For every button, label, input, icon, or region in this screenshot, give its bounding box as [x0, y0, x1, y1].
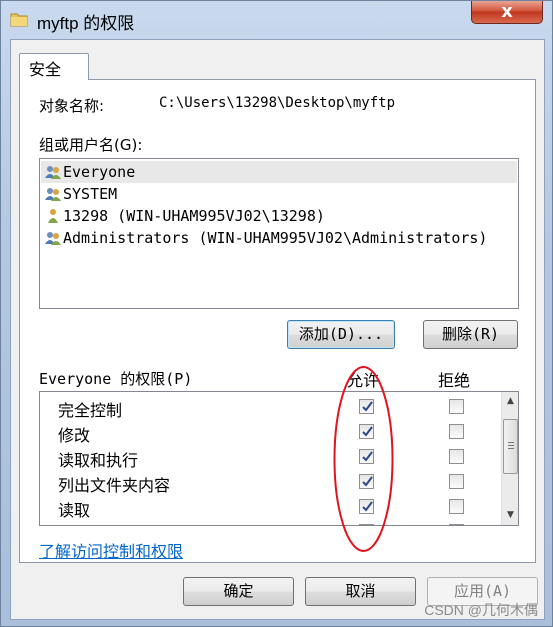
object-name-label: 对象名称: [39, 97, 105, 115]
permissions-label: Everyone 的权限(P) [39, 370, 193, 388]
ok-button[interactable]: 确定 [183, 577, 294, 606]
list-item-label: Everyone [63, 163, 136, 181]
scroll-thumb[interactable] [503, 419, 518, 474]
deny-checkbox[interactable] [449, 399, 464, 414]
group-icon [45, 188, 61, 201]
security-panel: 对象名称: C:\Users\13298\Desktop\myftp 组或用户名… [19, 79, 536, 563]
permission-row-read-execute: 读取和执行 [40, 444, 500, 470]
permissions-dialog: myftp 的权限 x 安全 对象名称: C:\Users\13298\Desk… [0, 0, 553, 627]
deny-header: 拒绝 [438, 371, 471, 390]
learn-access-control-link[interactable]: 了解访问控制和权限 [39, 538, 183, 562]
permissions-scrollbar[interactable]: ▲ ▼ [501, 392, 518, 525]
allow-header: 允许 [347, 371, 380, 390]
object-path: C:\Users\13298\Desktop\myftp [159, 95, 396, 111]
list-item-label: Administrators (WIN-UHAM995VJ02\Administ… [63, 229, 488, 247]
permissions-list[interactable]: 完全控制 修改 读取和执行 列出文件夹内容 读取 ▲ ▼ [39, 391, 519, 526]
allow-checkbox[interactable] [359, 499, 374, 514]
title-bar[interactable]: myftp 的权限 x [1, 1, 552, 39]
scroll-up-icon[interactable]: ▲ [502, 393, 518, 410]
permission-name: 修改 [58, 426, 91, 445]
list-item-everyone[interactable]: Everyone [41, 161, 517, 183]
permission-row-modify: 修改 [40, 419, 500, 445]
watermark: CSDN @几何木偶 [424, 602, 538, 618]
list-item-user-13298[interactable]: 13298 (WIN-UHAM995VJ02\13298) [41, 205, 517, 227]
folder-icon [10, 13, 28, 27]
tab-security[interactable]: 安全 [19, 53, 89, 80]
allow-checkbox[interactable] [359, 474, 374, 489]
permission-row-write: 写入 [40, 519, 500, 525]
permission-name: 写入 [58, 522, 90, 525]
dialog-body: 安全 对象名称: C:\Users\13298\Desktop\myftp 组或… [10, 39, 545, 620]
allow-checkbox[interactable] [359, 399, 374, 414]
list-item-administrators[interactable]: Administrators (WIN-UHAM995VJ02\Administ… [41, 227, 517, 249]
groups-list[interactable]: Everyone SYSTEM 13298 (WIN-UHAM995VJ02\1… [39, 158, 519, 309]
permission-row-full-control: 完全控制 [40, 394, 500, 420]
group-icon [45, 232, 61, 245]
deny-checkbox[interactable] [449, 524, 464, 525]
window-title: myftp 的权限 [37, 14, 135, 33]
remove-button[interactable]: 删除(R) [423, 320, 518, 349]
permission-name: 读取和执行 [58, 451, 139, 470]
deny-checkbox[interactable] [449, 499, 464, 514]
list-item-label: 13298 (WIN-UHAM995VJ02\13298) [63, 207, 325, 225]
add-button[interactable]: 添加(D)... [287, 320, 395, 349]
permission-row-read: 读取 [40, 494, 500, 520]
permission-name: 读取 [58, 501, 91, 520]
allow-checkbox[interactable] [359, 524, 374, 525]
scroll-down-icon[interactable]: ▼ [502, 507, 518, 524]
allow-checkbox[interactable] [359, 424, 374, 439]
user-icon [48, 209, 58, 223]
cancel-button[interactable]: 取消 [305, 577, 416, 606]
list-item-label: SYSTEM [63, 185, 118, 203]
allow-checkbox[interactable] [359, 449, 374, 464]
permission-name: 列出文件夹内容 [58, 476, 171, 495]
deny-checkbox[interactable] [449, 474, 464, 489]
deny-checkbox[interactable] [449, 449, 464, 464]
group-icon [45, 166, 61, 179]
close-button[interactable]: x [471, 1, 543, 24]
permission-row-list-folder: 列出文件夹内容 [40, 469, 500, 495]
groups-label: 组或用户名(G): [39, 136, 143, 154]
list-item-system[interactable]: SYSTEM [41, 183, 517, 205]
deny-checkbox[interactable] [449, 424, 464, 439]
permission-name: 完全控制 [58, 401, 123, 420]
